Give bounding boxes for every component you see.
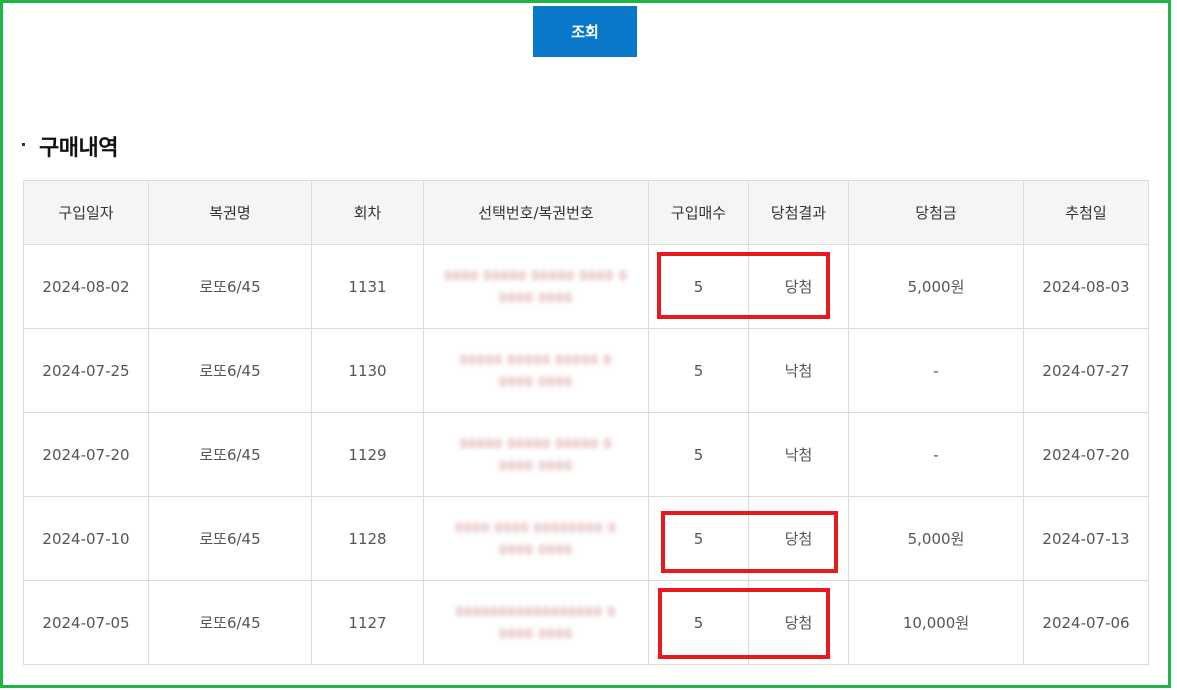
cell-round: 1130: [311, 328, 424, 413]
cell-date: 2024-08-02: [23, 244, 149, 329]
cell-round: 1131: [311, 244, 424, 329]
table-row: 2024-07-20 로또6/45 1129 00000 00000 00000…: [23, 412, 1149, 497]
blurred-numbers-line2: 0000 0000: [499, 626, 573, 641]
cell-date: 2024-07-25: [23, 328, 149, 413]
header-round: 회차: [311, 180, 424, 245]
cell-date: 2024-07-05: [23, 580, 149, 665]
cell-round: 1129: [311, 412, 424, 497]
cell-result: 당첨: [748, 244, 849, 329]
cell-numbers[interactable]: 00000000000000000 0 0000 0000: [423, 580, 649, 665]
cell-prize: -: [848, 412, 1024, 497]
blurred-numbers-line2: 0000 0000: [499, 290, 573, 305]
cell-draw-date: 2024-07-06: [1023, 580, 1149, 665]
blurred-numbers-line2: 0000 0000: [499, 542, 573, 557]
cell-result: 당첨: [748, 496, 849, 581]
cell-round: 1127: [311, 580, 424, 665]
cell-date: 2024-07-10: [23, 496, 149, 581]
cell-draw-date: 2024-07-27: [1023, 328, 1149, 413]
bullet-icon: [22, 142, 25, 146]
cell-qty: 5: [648, 412, 749, 497]
cell-numbers[interactable]: 00000 00000 00000 0 0000 0000: [423, 328, 649, 413]
cell-name: 로또6/45: [148, 328, 312, 413]
cell-prize: -: [848, 328, 1024, 413]
blurred-numbers-line1: 00000000000000000 0: [455, 604, 617, 619]
table-header-row: 구입일자 복권명 회차 선택번호/복권번호 구입매수 당첨결과 당첨금 추첨일: [23, 180, 1149, 245]
blurred-numbers-line1: 0000 0000 00000000 0: [455, 520, 617, 535]
section-title: 구매내역: [39, 136, 118, 161]
cell-numbers[interactable]: 0000 00000 00000 0000 0 0000 0000: [423, 244, 649, 329]
cell-name: 로또6/45: [148, 580, 312, 665]
header-numbers: 선택번호/복권번호: [423, 180, 649, 245]
cell-name: 로또6/45: [148, 244, 312, 329]
cell-draw-date: 2024-07-13: [1023, 496, 1149, 581]
purchase-history-table: 구입일자 복권명 회차 선택번호/복권번호 구입매수 당첨결과 당첨금 추첨일 …: [23, 180, 1149, 665]
cell-result: 당첨: [748, 580, 849, 665]
header-quantity: 구입매수: [648, 180, 749, 245]
header-lottery-name: 복권명: [148, 180, 312, 245]
cell-qty: 5: [648, 244, 749, 329]
cell-numbers[interactable]: 0000 0000 00000000 0 0000 0000: [423, 496, 649, 581]
cell-qty: 5: [648, 328, 749, 413]
cell-name: 로또6/45: [148, 412, 312, 497]
section-heading: 구매내역: [22, 128, 118, 164]
cell-date: 2024-07-20: [23, 412, 149, 497]
cell-draw-date: 2024-07-20: [1023, 412, 1149, 497]
search-button[interactable]: 조회: [533, 6, 637, 57]
cell-draw-date: 2024-08-03: [1023, 244, 1149, 329]
cell-result: 낙첨: [748, 328, 849, 413]
cell-round: 1128: [311, 496, 424, 581]
cell-name: 로또6/45: [148, 496, 312, 581]
table-row: 2024-07-25 로또6/45 1130 00000 00000 00000…: [23, 328, 1149, 413]
header-purchase-date: 구입일자: [23, 180, 149, 245]
blurred-numbers-line1: 0000 00000 00000 0000 0: [444, 268, 628, 283]
cell-prize: 5,000원: [848, 244, 1024, 329]
table-row: 2024-07-05 로또6/45 1127 00000000000000000…: [23, 580, 1149, 665]
blurred-numbers-line1: 00000 00000 00000 0: [459, 436, 613, 451]
cell-qty: 5: [648, 496, 749, 581]
cell-result: 낙첨: [748, 412, 849, 497]
table-row: 2024-08-02 로또6/45 1131 0000 00000 00000 …: [23, 244, 1149, 329]
cell-qty: 5: [648, 580, 749, 665]
blurred-numbers-line1: 00000 00000 00000 0: [459, 352, 613, 367]
header-prize: 당첨금: [848, 180, 1024, 245]
blurred-numbers-line2: 0000 0000: [499, 458, 573, 473]
table-row: 2024-07-10 로또6/45 1128 0000 0000 0000000…: [23, 496, 1149, 581]
cell-prize: 10,000원: [848, 580, 1024, 665]
cell-prize: 5,000원: [848, 496, 1024, 581]
blurred-numbers-line2: 0000 0000: [499, 374, 573, 389]
header-draw-date: 추첨일: [1023, 180, 1149, 245]
header-result: 당첨결과: [748, 180, 849, 245]
cell-numbers[interactable]: 00000 00000 00000 0 0000 0000: [423, 412, 649, 497]
